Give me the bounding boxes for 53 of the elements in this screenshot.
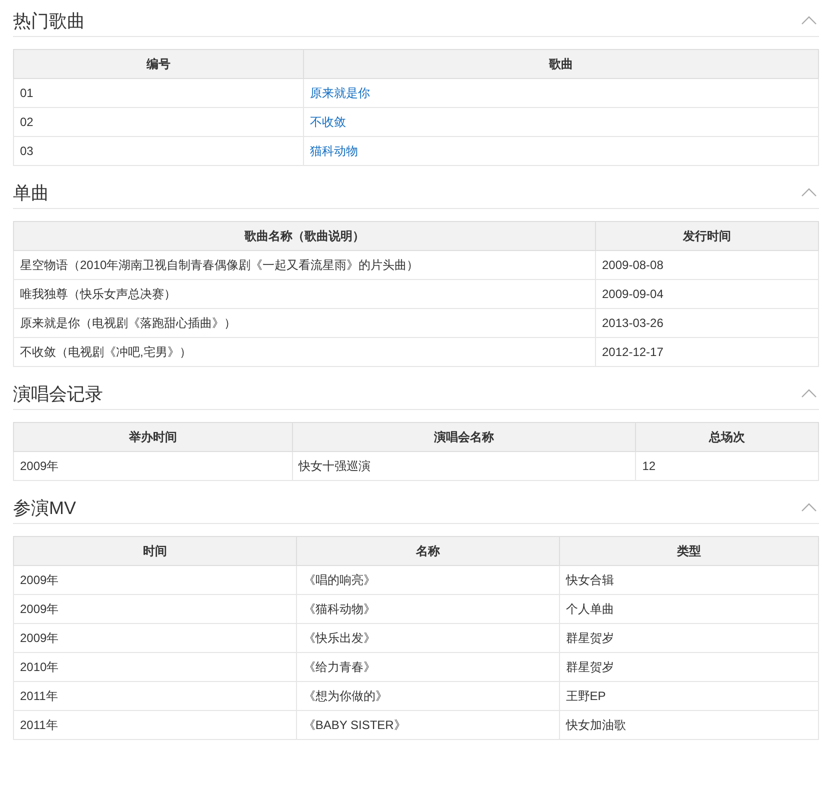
table-cell: 唯我独尊（快乐女声总决赛） bbox=[20, 287, 176, 301]
column-header: 举办时间 bbox=[14, 422, 292, 452]
section-title: 演唱会记录 bbox=[13, 384, 103, 402]
table-cell: 星空物语（2010年湖南卫视自制青春偶像剧《一起又看流星雨》的片头曲） bbox=[20, 258, 419, 272]
table-cell: 个人单曲 bbox=[566, 602, 614, 616]
collapse-icon[interactable] bbox=[801, 188, 817, 197]
table-cell: 《BABY SISTER》 bbox=[303, 718, 406, 732]
collapse-icon[interactable] bbox=[801, 503, 817, 512]
table-cell: 12 bbox=[642, 459, 656, 473]
table-cell: 群星贺岁 bbox=[566, 631, 614, 645]
column-header: 时间 bbox=[14, 536, 297, 566]
song-link[interactable]: 原来就是你 bbox=[310, 86, 370, 100]
table-cell: 快女合辑 bbox=[566, 573, 614, 587]
column-header: 编号 bbox=[14, 50, 304, 78]
table-cell: 《给力青春》 bbox=[303, 660, 376, 674]
table-cell: 2011年 bbox=[20, 718, 58, 732]
table-cell: 快女加油歌 bbox=[566, 718, 626, 732]
table-cell: 《猫科动物》 bbox=[303, 602, 376, 616]
table-cell: 《唱的响亮》 bbox=[303, 573, 376, 587]
table-cell: 2009-08-08 bbox=[602, 258, 664, 272]
table-cell: 2009年 bbox=[20, 573, 59, 587]
column-header: 歌曲 bbox=[303, 50, 818, 78]
column-header: 总场次 bbox=[636, 422, 818, 452]
table-cell: 原来就是你（电视剧《落跑甜心插曲》） bbox=[20, 316, 236, 330]
table-cell: 王野EP bbox=[566, 689, 606, 703]
table-cell: 2009年 bbox=[20, 602, 59, 616]
song-link[interactable]: 猫科动物 bbox=[310, 144, 358, 158]
table-cell: 02 bbox=[20, 115, 34, 129]
table-cell: 2013-03-26 bbox=[602, 316, 664, 330]
table-cell: 2012-12-17 bbox=[602, 345, 664, 359]
column-header: 类型 bbox=[559, 536, 818, 566]
table-cell: 01 bbox=[20, 86, 34, 100]
table-cell: 《想为你做的》 bbox=[303, 689, 388, 703]
table-cell: 快女十强巡演 bbox=[298, 459, 371, 473]
table-cell: 2009年 bbox=[20, 459, 59, 473]
section-title: 参演MV bbox=[13, 498, 76, 516]
table-cell: 2009年 bbox=[20, 631, 59, 645]
table-cell: 不收敛（电视剧《冲吧,宅男》） bbox=[20, 345, 192, 359]
column-header: 歌曲名称（歌曲说明） bbox=[14, 222, 596, 250]
song-link[interactable]: 不收敛 bbox=[310, 115, 346, 129]
collapse-icon[interactable] bbox=[801, 16, 817, 25]
section-title: 单曲 bbox=[13, 184, 49, 202]
collapse-icon[interactable] bbox=[801, 389, 817, 398]
table-cell: 2009-09-04 bbox=[602, 287, 664, 301]
table-cell: 群星贺岁 bbox=[566, 660, 614, 674]
column-header: 发行时间 bbox=[596, 222, 818, 250]
column-header: 演唱会名称 bbox=[292, 422, 636, 452]
table-cell: 《快乐出发》 bbox=[303, 631, 376, 645]
table-cell: 2011年 bbox=[20, 689, 58, 703]
table-cell: 03 bbox=[20, 144, 34, 158]
column-header: 名称 bbox=[296, 536, 560, 566]
table-cell: 2010年 bbox=[20, 660, 59, 674]
section-title: 热门歌曲 bbox=[13, 12, 85, 30]
